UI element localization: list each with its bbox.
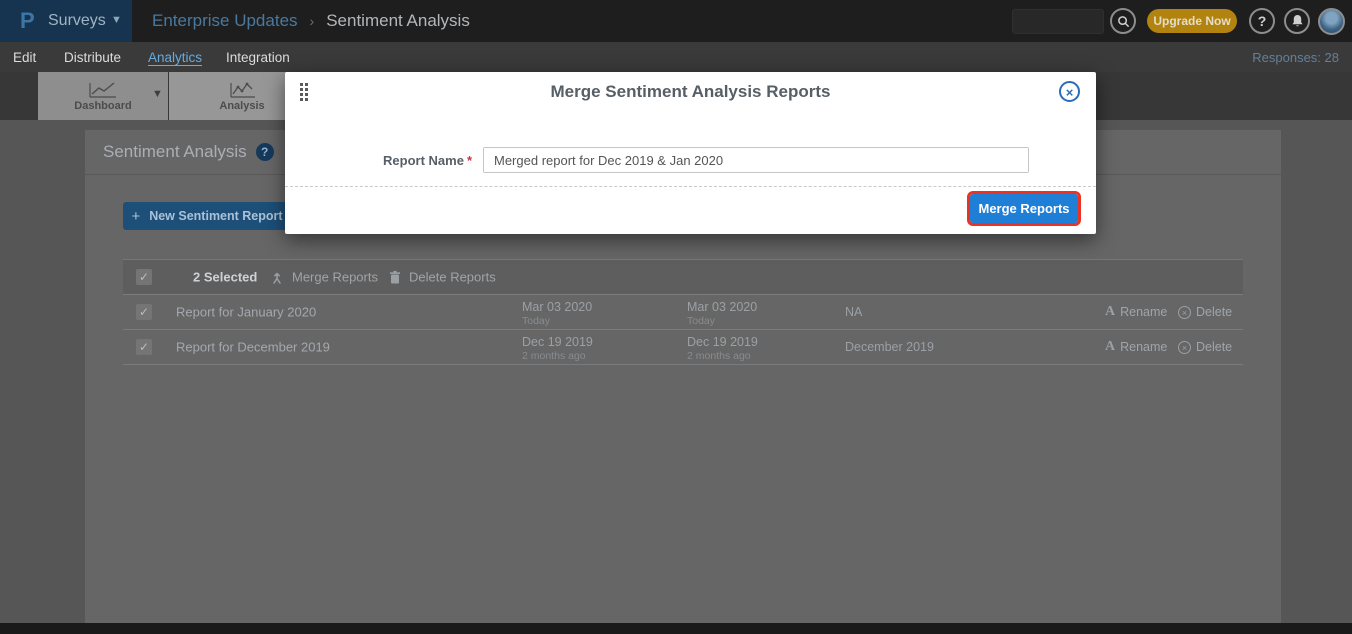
tab-distribute[interactable]: Distribute [64,42,121,72]
bell-icon [1291,14,1304,28]
modal-divider [285,186,1096,187]
merge-reports-action[interactable]: Merge Reports [270,270,378,285]
row-checkbox[interactable]: ✓ [136,339,152,355]
rename-action[interactable]: A Rename [1105,339,1167,355]
modified-date-cell: Dec 19 2019 2 months ago [687,335,758,363]
delete-reports-action-label: Delete Reports [409,270,496,285]
breadcrumb: Enterprise Updates › Sentiment Analysis [152,0,470,42]
rename-action[interactable]: A Rename [1105,304,1167,320]
modified-date-cell: Mar 03 2020 Today [687,300,757,328]
report-period: December 2019 [845,340,934,354]
notifications-button[interactable] [1284,8,1310,34]
delete-reports-action[interactable]: Delete Reports [389,270,496,285]
new-sentiment-report-label: New Sentiment Report [149,209,282,223]
product-switcher[interactable]: P Surveys ▼ [0,0,132,42]
plus-icon: + [131,208,140,225]
chevron-down-icon: ▼ [111,14,122,26]
survey-menubar: Edit Distribute Analytics Integration Re… [0,42,1352,72]
created-date: Mar 03 2020 [522,300,592,314]
select-all-checkbox[interactable]: ✓ [136,269,152,285]
tab-analytics[interactable]: Analytics [148,42,202,72]
report-name[interactable]: Report for December 2019 [176,340,330,355]
reports-table: ✓ 2 Selected Merge Reports Delete Report… [123,259,1243,365]
required-asterisk: * [467,153,472,168]
page-title: Sentiment Analysis [103,142,247,162]
new-sentiment-report-button[interactable]: + New Sentiment Report [123,202,291,230]
top-navbar: P Surveys ▼ Enterprise Updates › Sentime… [0,0,1352,42]
report-name[interactable]: Report for January 2020 [176,305,316,320]
selected-count: 2 Selected [193,270,257,285]
modified-date-relative: 2 months ago [687,349,758,363]
delete-action[interactable]: × Delete [1178,305,1232,319]
report-name-label-text: Report Name [383,153,464,168]
table-row: ✓ Report for January 2020 Mar 03 2020 To… [123,295,1243,330]
created-date-relative: 2 months ago [522,349,593,363]
created-date-cell: Mar 03 2020 Today [522,300,592,328]
breadcrumb-separator: › [310,13,315,29]
breadcrumb-survey-link[interactable]: Enterprise Updates [152,11,298,31]
upgrade-now-button[interactable]: Upgrade Now [1147,9,1237,33]
scatter-chart-icon [227,81,257,98]
rename-icon: A [1105,304,1115,320]
report-name-input[interactable] [483,147,1029,173]
delete-label: Delete [1196,340,1232,354]
delete-circle-icon: × [1178,341,1191,354]
search-button[interactable] [1110,8,1136,34]
created-date: Dec 19 2019 [522,335,593,349]
tab-edit[interactable]: Edit [13,42,36,72]
help-button[interactable]: ? [1249,8,1275,34]
page-help-icon[interactable]: ? [256,143,274,161]
table-row: ✓ Report for December 2019 Dec 19 2019 2… [123,330,1243,365]
merge-reports-submit-button[interactable]: Merge Reports [970,194,1078,223]
created-date-relative: Today [522,314,592,328]
row-checkbox[interactable]: ✓ [136,304,152,320]
screen: P Surveys ▼ Enterprise Updates › Sentime… [0,0,1352,634]
close-icon[interactable]: × [1059,81,1080,102]
search-input[interactable] [1012,9,1104,34]
product-label: Surveys [48,12,106,30]
tab-integration[interactable]: Integration [226,42,290,72]
report-period: NA [845,305,862,319]
rename-icon: A [1105,339,1115,355]
bottom-bar [0,623,1352,634]
search-icon [1117,15,1130,28]
rename-label: Rename [1120,340,1167,354]
merge-reports-modal: Merge Sentiment Analysis Reports × Repor… [285,72,1096,234]
user-avatar[interactable] [1318,8,1345,35]
toolbar-tab-dashboard[interactable]: Dashboard ▼ [38,72,168,120]
modified-date-relative: Today [687,314,757,328]
delete-label: Delete [1196,305,1232,319]
rename-label: Rename [1120,305,1167,319]
modified-date: Dec 19 2019 [687,335,758,349]
bulk-actions-row: ✓ 2 Selected Merge Reports Delete Report… [123,259,1243,295]
line-chart-icon [88,81,118,98]
merge-reports-action-label: Merge Reports [292,270,378,285]
created-date-cell: Dec 19 2019 2 months ago [522,335,593,363]
trash-icon [389,270,401,284]
merge-icon [270,270,284,284]
modified-date: Mar 03 2020 [687,300,757,314]
dashboard-dropdown-icon[interactable]: ▼ [152,88,163,100]
toolbar-tab-analysis-label: Analysis [219,100,264,112]
toolbar-tab-dashboard-label: Dashboard [74,100,131,112]
responses-count: Responses: 28 [1252,42,1339,72]
modal-title: Merge Sentiment Analysis Reports [285,82,1096,102]
breadcrumb-current: Sentiment Analysis [326,11,470,31]
brand-logo: P [20,8,35,34]
delete-action[interactable]: × Delete [1178,340,1232,354]
report-name-label: Report Name * [285,147,472,173]
delete-circle-icon: × [1178,306,1191,319]
